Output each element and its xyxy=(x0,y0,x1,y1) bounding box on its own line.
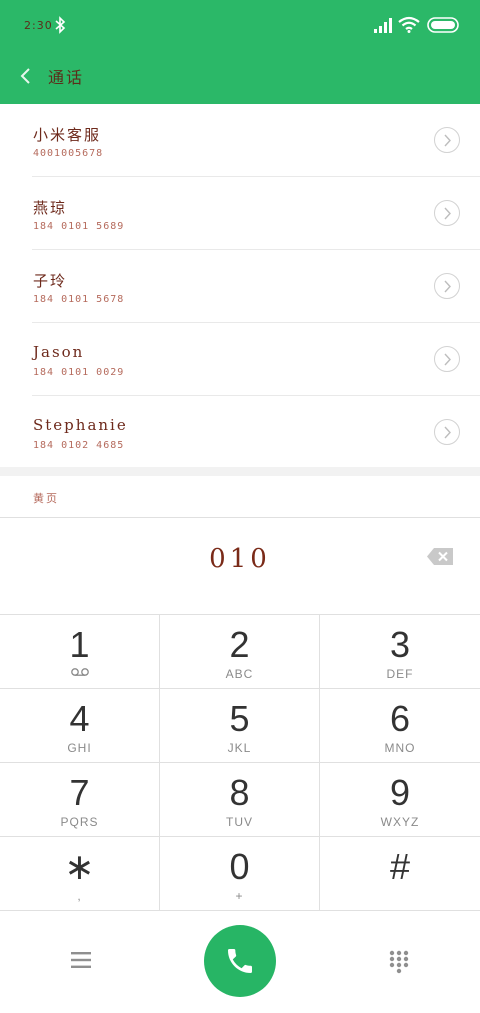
contact-number: 184 0101 0029 xyxy=(33,367,125,378)
contact-name: 小米客服 xyxy=(33,126,102,144)
key-digit: 9 xyxy=(389,772,411,813)
page-title: 通话 xyxy=(48,68,85,87)
section-divider xyxy=(0,467,480,476)
contact-row[interactable]: 燕琼 184 0101 5689 xyxy=(0,177,480,250)
dialed-number: 010 xyxy=(209,544,271,574)
bluetooth-icon xyxy=(55,16,66,34)
chevron-right-icon xyxy=(444,134,451,147)
contact-row[interactable]: 子玲 184 0101 5678 xyxy=(0,250,480,323)
contact-row[interactable]: 小米客服 4001005678 xyxy=(0,104,480,177)
key-6[interactable]: 6 MNO xyxy=(320,689,480,763)
chevron-right-icon xyxy=(444,207,451,220)
contact-number: 184 0101 5689 xyxy=(33,221,125,232)
battery-icon xyxy=(427,17,459,33)
key-digit: 5 xyxy=(229,698,250,739)
key-digit: 2 xyxy=(229,624,250,665)
call-button[interactable] xyxy=(204,925,276,997)
key-letters: PQRS xyxy=(60,815,99,829)
wifi-icon xyxy=(398,16,420,33)
contact-detail-button[interactable] xyxy=(434,200,460,226)
key-4[interactable]: 4 GHI xyxy=(0,689,160,763)
contact-name: 子玲 xyxy=(33,272,68,290)
contact-number: 4001005678 xyxy=(33,148,104,159)
key-5[interactable]: 5 JKL xyxy=(160,689,320,763)
key-digit: 6 xyxy=(389,698,411,739)
key-hash[interactable]: # xyxy=(320,837,480,911)
contact-name: Jason xyxy=(33,343,85,361)
voicemail-icon xyxy=(71,668,89,676)
key-digit: 1 xyxy=(69,624,90,665)
divider xyxy=(0,910,480,911)
chevron-right-icon xyxy=(444,280,451,293)
dialpad-icon[interactable] xyxy=(389,950,409,974)
key-digit: 3 xyxy=(389,624,411,665)
key-digit: 4 xyxy=(69,698,90,739)
header-bar: 2:30 通话 xyxy=(0,0,480,104)
bottom-bar xyxy=(0,910,480,1013)
key-digit: 0 xyxy=(229,846,250,887)
key-3[interactable]: 3 DEF xyxy=(320,615,480,689)
back-arrow-icon[interactable] xyxy=(18,66,32,86)
key-digit: 7 xyxy=(69,772,90,813)
key-letters: JKL xyxy=(227,741,252,755)
contact-number: 184 0101 5678 xyxy=(33,294,125,305)
key-1[interactable]: 1 xyxy=(0,615,160,689)
key-letters: MNO xyxy=(384,741,416,755)
status-time: 2:30 xyxy=(24,19,53,32)
key-letters: GHI xyxy=(67,741,92,755)
phone-icon xyxy=(228,949,252,973)
key-2[interactable]: 2 ABC xyxy=(160,615,320,689)
chevron-right-icon xyxy=(444,426,451,439)
contact-name: Stephanie xyxy=(33,416,128,434)
key-letters: , xyxy=(77,889,82,903)
key-8[interactable]: 8 TUV xyxy=(160,763,320,837)
key-star[interactable]: ∗ , xyxy=(0,837,160,911)
key-digit: # xyxy=(389,846,411,887)
key-letters: ABC xyxy=(225,667,254,681)
key-letters: TUV xyxy=(226,815,253,829)
key-letters: + xyxy=(235,889,244,903)
menu-icon[interactable] xyxy=(71,952,91,968)
key-0[interactable]: 0 + xyxy=(160,837,320,911)
contact-name: 燕琼 xyxy=(33,199,68,217)
contact-detail-button[interactable] xyxy=(434,273,460,299)
key-digit: ∗ xyxy=(64,846,95,887)
contact-number: 184 0102 4685 xyxy=(33,440,125,451)
yellow-pages-label[interactable]: 黄页 xyxy=(33,490,59,506)
contact-row[interactable]: Jason 184 0101 0029 xyxy=(0,323,480,396)
divider xyxy=(0,517,480,518)
keypad: 1 2 ABC 3 DEF 4 GHI 5 JKL 6 MNO 7 PQRS 8… xyxy=(0,614,480,911)
key-letters: WXYZ xyxy=(380,815,420,829)
signal-icon xyxy=(374,18,392,33)
contact-row[interactable]: Stephanie 184 0102 4685 xyxy=(0,396,480,469)
contact-detail-button[interactable] xyxy=(434,419,460,445)
backspace-icon[interactable] xyxy=(427,548,453,565)
chevron-right-icon xyxy=(444,353,451,366)
key-7[interactable]: 7 PQRS xyxy=(0,763,160,837)
contact-detail-button[interactable] xyxy=(434,127,460,153)
contact-detail-button[interactable] xyxy=(434,346,460,372)
key-9[interactable]: 9 WXYZ xyxy=(320,763,480,837)
key-letters: DEF xyxy=(386,667,414,681)
key-digit: 8 xyxy=(229,772,250,813)
dialer-screen: 2:30 通话 小米客服 4001005678 燕琼 184 0101 5689… xyxy=(0,0,480,1013)
